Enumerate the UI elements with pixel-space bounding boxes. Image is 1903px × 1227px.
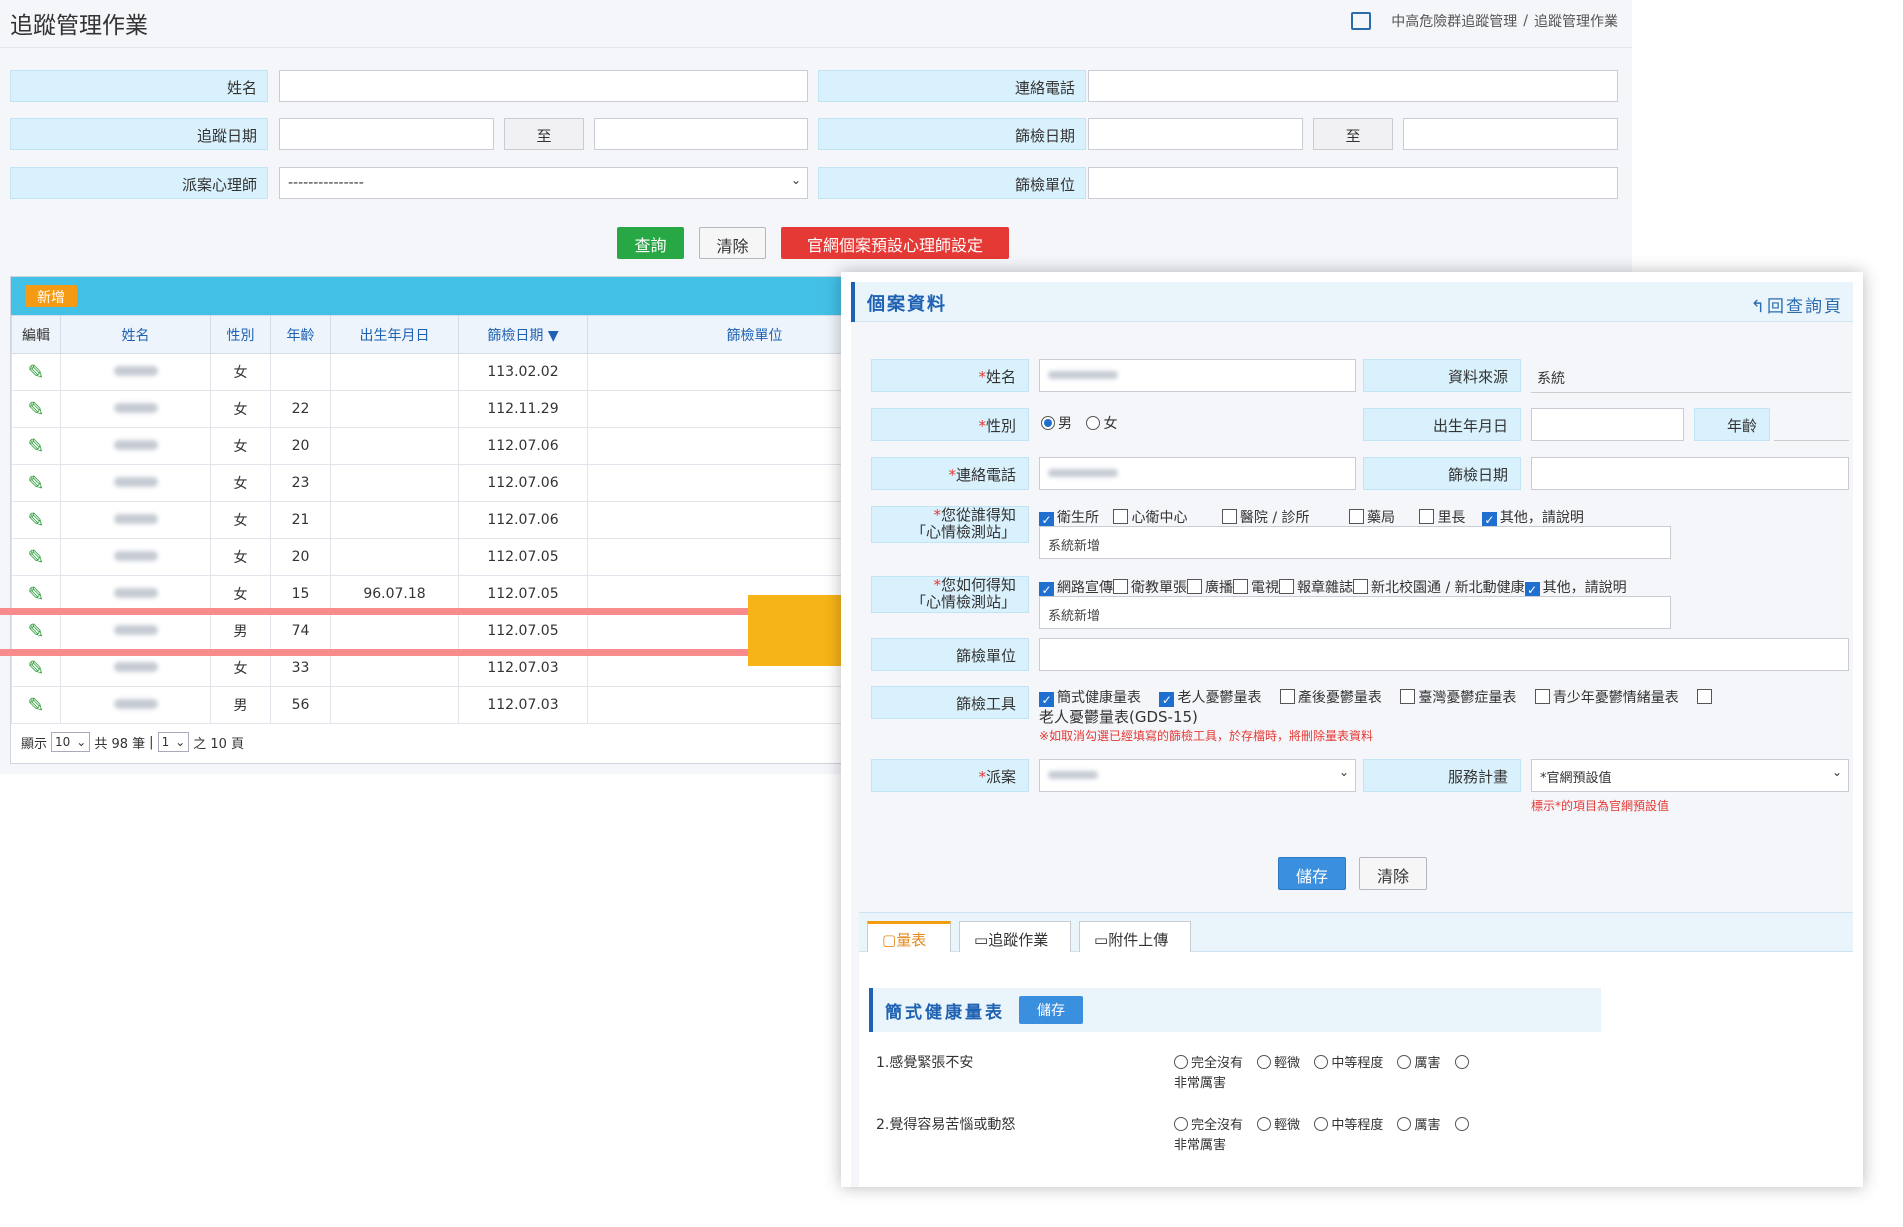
how-check-3[interactable] [1233,579,1248,594]
assign-label: *派案 [871,759,1029,792]
question-2: 2.覺得容易苦惱或動怒 [876,1117,1016,1133]
tab-bar: ▢量表 ▭追蹤作業 ▭附件上傳 [859,912,1853,954]
service-label: 服務計畫 [1363,759,1521,792]
how-check-5[interactable] [1353,579,1368,594]
q1-radio-2[interactable] [1314,1055,1329,1069]
folder-icon: ▭ [1094,931,1109,949]
birth-input[interactable] [1531,408,1684,441]
who-other-input[interactable]: 系統新增 [1039,526,1671,559]
who-check-0[interactable]: ✓ [1039,512,1054,527]
name-label: *姓名 [871,359,1029,392]
who-options: ✓ 衛生所 心衛中心 醫院 / 診所 藥局 里長 ✓ 其他，請說明 [1039,507,1584,527]
tool-note: ※如取消勾選已經填寫的篩檢工具，於存檔時，將刪除量表資料 [1039,729,1374,743]
q1-radio-0[interactable] [1174,1055,1188,1069]
q2-radio-3[interactable] [1397,1117,1412,1131]
who-check-3[interactable] [1348,509,1364,524]
who-check-1[interactable] [1113,509,1129,524]
how-check-1[interactable] [1113,579,1128,594]
tool-options: ✓ 簡式健康量表 ✓ 老人憂鬱量表 產後憂鬱量表 臺灣憂鬱症量表 青少年憂鬱情緒量表 [1039,687,1715,707]
tool-check-3[interactable] [1400,689,1416,704]
who-check-2[interactable] [1221,509,1237,524]
scale-save-button[interactable]: 儲存 [1019,996,1083,1024]
table-icon: ▢ [882,931,897,949]
panel-save-button[interactable]: 儲存 [1278,857,1346,890]
source-label: 資料來源 [1363,359,1521,392]
folder-icon: ▭ [974,931,989,949]
q1-radio-3[interactable] [1397,1055,1412,1069]
how-other-input[interactable]: 系統新增 [1039,596,1671,629]
question-1: 1.感覺緊張不安 [876,1055,974,1071]
tool-check-0[interactable]: ✓ [1039,692,1054,707]
tab-scale[interactable]: ▢量表 [867,921,951,954]
name-input[interactable] [1039,359,1356,392]
how-options: ✓ 網路宣傳 衛教單張 廣播 電視 報章雜誌 新北校園通 / 新北動健康 ✓ 其他，請說明 [1039,577,1627,597]
how-check-0[interactable]: ✓ [1039,582,1054,597]
panel-header: 個案資料 ↰回查詢頁 [851,282,1853,322]
tab-content: 簡式健康量表 儲存 1.感覺緊張不安 完全沒有 輕微 中等程度 厲害 非常厲害 … [859,952,1853,1187]
who-check-4[interactable] [1419,509,1435,524]
chevron-down-icon: ⌄ [1338,765,1349,779]
how-check-6[interactable]: ✓ [1524,582,1540,597]
source-value: 系統 [1537,371,1565,387]
q1-last-label: 非常厲害 [1174,1076,1227,1091]
q2-options: 完全沒有 輕微 中等程度 厲害 [1174,1114,1472,1133]
panel-screen-date-label: 篩檢日期 [1363,457,1521,490]
male-radio[interactable] [1041,416,1055,430]
tool-extra: 老人憂鬱量表(GDS-15) [1039,708,1198,726]
who-check-5[interactable]: ✓ [1481,512,1497,527]
chevron-down-icon: ⌄ [1831,765,1842,779]
q2-radio-0[interactable] [1174,1117,1188,1131]
panel-title: 個案資料 [851,282,947,322]
case-detail-panel: 個案資料 ↰回查詢頁 *姓名 資料來源 系統 *性別 男 女 出生年月日 年齡 … [841,272,1863,1187]
birth-label: 出生年月日 [1363,408,1521,441]
back-link[interactable]: ↰回查詢頁 [1751,292,1843,317]
how-check-4[interactable] [1279,579,1294,594]
age-label: 年齡 [1694,408,1770,441]
q2-radio-1[interactable] [1257,1117,1272,1131]
tab-tracking[interactable]: ▭追蹤作業 [959,921,1071,954]
gender-label: *性別 [871,408,1029,441]
scale-section-header: 簡式健康量表 儲存 [869,988,1601,1032]
tool-check-1[interactable]: ✓ [1159,692,1175,707]
phone-label: *連絡電話 [871,457,1029,490]
how-check-2[interactable] [1187,579,1202,594]
tool-check-5[interactable] [1697,689,1713,704]
assign-select[interactable]: ⌄ [1039,759,1356,792]
phone-input[interactable] [1039,457,1356,490]
age-value [1774,440,1849,441]
return-arrow-icon: ↰ [1750,297,1767,317]
female-radio[interactable] [1086,416,1101,430]
tool-check-4[interactable] [1534,689,1550,704]
scale-section-title: 簡式健康量表 [885,1003,1005,1023]
panel-unit-input[interactable] [1039,638,1849,671]
q2-radio-2[interactable] [1314,1117,1329,1131]
panel-unit-label: 篩檢單位 [871,638,1029,671]
q1-radio-4[interactable] [1454,1055,1469,1069]
q1-options: 完全沒有 輕微 中等程度 厲害 [1174,1052,1472,1071]
panel-clear-button[interactable]: 清除 [1359,857,1427,890]
q2-radio-4[interactable] [1454,1117,1469,1131]
tab-attachments[interactable]: ▭附件上傳 [1079,921,1191,954]
tool-check-2[interactable] [1279,689,1295,704]
how-label: *您如何得知 「心情檢測站」 [871,576,1029,613]
tool-label: 篩檢工具 [871,686,1029,719]
panel-screen-date-input[interactable] [1531,457,1849,490]
who-label: *您從誰得知 「心情檢測站」 [871,506,1029,543]
gender-radio-group: 男 女 [1041,413,1117,433]
q1-radio-1[interactable] [1257,1055,1272,1069]
service-note: 標示*的項目為官網預設值 [1531,799,1670,813]
service-select[interactable]: *官網預設值 ⌄ [1531,759,1849,792]
q2-last-label: 非常厲害 [1174,1138,1227,1153]
